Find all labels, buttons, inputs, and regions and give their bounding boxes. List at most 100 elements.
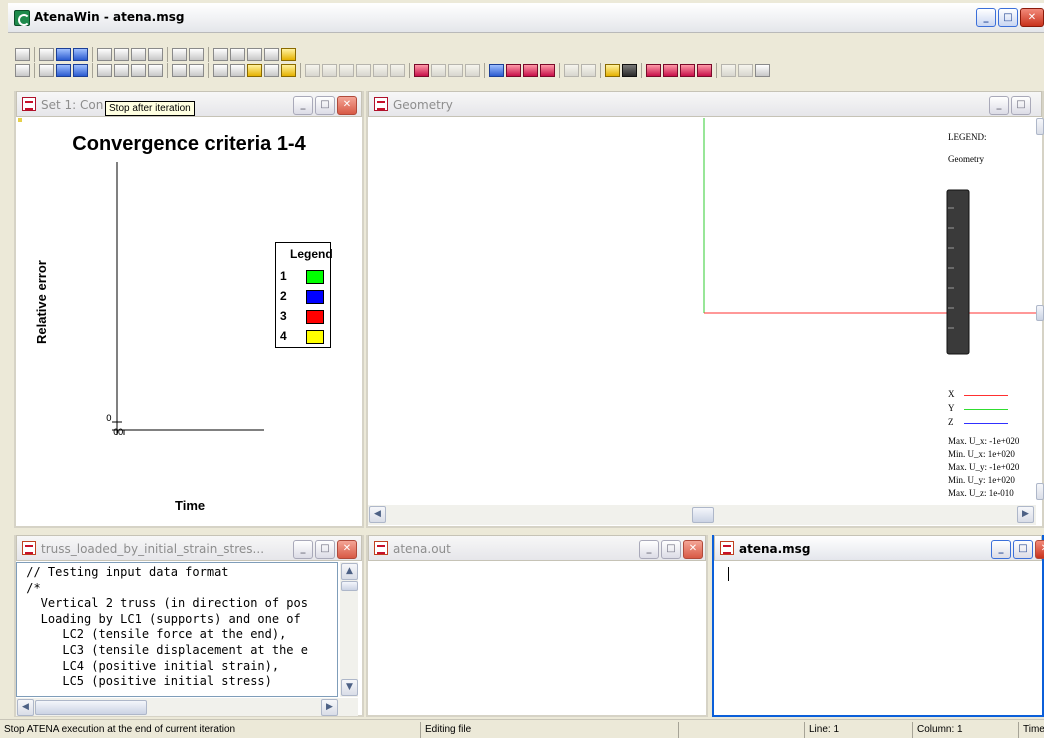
solid-icon[interactable]	[373, 64, 388, 77]
geometry-canvas[interactable]: LEGEND: Geometry XYZ Max. U_x: -1e+020 Mi…	[368, 118, 1036, 499]
grid-icon[interactable]	[264, 64, 279, 77]
minimize-icon[interactable]: _	[293, 96, 313, 115]
grid-icon[interactable]	[230, 48, 245, 61]
pan-icon[interactable]	[390, 64, 405, 77]
code-line[interactable]: LC2 (tensile force at the end),	[19, 627, 308, 643]
grid-icon[interactable]	[213, 64, 228, 77]
node-icon[interactable]	[506, 64, 521, 77]
close-icon[interactable]: ✕	[1035, 540, 1044, 559]
grid-view-icon[interactable]	[339, 64, 354, 77]
open-mesh-icon[interactable]	[97, 48, 112, 61]
close-icon[interactable]: ✕	[337, 540, 357, 559]
atena-app-icon[interactable]	[14, 10, 30, 26]
run-icon[interactable]	[15, 64, 30, 77]
minimize-icon[interactable]: _	[976, 8, 996, 27]
atena-out-titlebar[interactable]: atena.out _ □ ✕	[368, 535, 706, 561]
open-mesh-icon[interactable]	[97, 64, 112, 77]
truss-code-editor[interactable]: // Testing input data format /* Vertical…	[16, 562, 338, 697]
truss-window-titlebar[interactable]: truss_loaded_by_initial_strain_stres... …	[16, 535, 362, 561]
load-case-3-icon[interactable]	[680, 64, 695, 77]
atena-msg-window[interactable]: atena.msg _ □ ✕	[712, 535, 1044, 717]
tree-icon[interactable]	[172, 64, 187, 77]
scroll-down-button[interactable]	[1036, 483, 1044, 500]
scroll-left-button[interactable]: ◀	[369, 506, 386, 523]
settings-icon[interactable]	[564, 64, 579, 77]
mesh-icon[interactable]	[131, 64, 146, 77]
copy-icon[interactable]	[738, 64, 753, 77]
mesh-icon[interactable]	[114, 48, 129, 61]
horizontal-scroll-thumb[interactable]	[35, 700, 147, 715]
log-icon[interactable]	[189, 48, 204, 61]
export-icon[interactable]	[281, 64, 296, 77]
zoom-icon[interactable]	[305, 64, 320, 77]
maximize-icon[interactable]: □	[1011, 96, 1031, 115]
close-icon[interactable]: ✕	[337, 96, 357, 115]
save-icon[interactable]	[622, 64, 637, 77]
mesh-icon[interactable]	[131, 48, 146, 61]
code-line[interactable]: Loading by LC1 (supports) and one of	[19, 612, 308, 628]
code-line[interactable]: /*	[19, 581, 308, 597]
mesh-icon[interactable]	[114, 64, 129, 77]
code-line[interactable]: LC4 (positive initial strain),	[19, 659, 308, 675]
refresh-icon[interactable]	[73, 48, 88, 61]
geometry-window-titlebar[interactable]: Geometry _ □	[368, 91, 1042, 117]
run-icon[interactable]	[15, 48, 30, 61]
info-icon[interactable]	[247, 64, 262, 77]
code-text[interactable]: // Testing input data format /* Vertical…	[19, 565, 308, 690]
minimize-icon[interactable]: _	[989, 96, 1009, 115]
vertical-scroll-thumb[interactable]	[1036, 305, 1044, 321]
load-case-1-icon[interactable]	[646, 64, 661, 77]
tree-icon[interactable]	[172, 48, 187, 61]
maximize-icon[interactable]: □	[661, 540, 681, 559]
minimize-icon[interactable]: _	[991, 540, 1011, 559]
properties-icon[interactable]	[581, 64, 596, 77]
maximize-icon[interactable]: □	[315, 540, 335, 559]
scroll-down-button[interactable]: ▼	[341, 679, 358, 696]
mesh-icon[interactable]	[148, 64, 163, 77]
scroll-left-button[interactable]: ◀	[17, 699, 34, 716]
export-icon[interactable]	[281, 48, 296, 61]
code-line[interactable]: LC5 (positive initial stress)	[19, 674, 308, 690]
log-icon[interactable]	[189, 64, 204, 77]
code-line[interactable]: Vertical 2 truss (in direction of pos	[19, 596, 308, 612]
menu-bar[interactable]	[14, 37, 1044, 46]
paste-icon[interactable]	[755, 64, 770, 77]
save-data-icon[interactable]	[39, 48, 54, 61]
refresh-icon[interactable]	[73, 64, 88, 77]
horizontal-scroll-thumb[interactable]	[692, 507, 714, 523]
maximize-icon[interactable]: □	[1013, 540, 1033, 559]
scroll-right-button[interactable]: ▶	[1017, 506, 1034, 523]
code-line[interactable]: // Testing input data format	[19, 565, 308, 581]
undo-view-icon[interactable]	[489, 64, 504, 77]
zoom-window-icon[interactable]	[448, 64, 463, 77]
vertical-scroll-thumb[interactable]	[341, 581, 358, 591]
mesh-icon[interactable]	[148, 48, 163, 61]
scroll-up-button[interactable]: ▲	[341, 563, 358, 580]
close-icon[interactable]: ✕	[683, 540, 703, 559]
maximize-icon[interactable]: □	[315, 96, 335, 115]
minimize-icon[interactable]: _	[293, 540, 313, 559]
axes-icon[interactable]	[414, 64, 429, 77]
app-title-bar[interactable]: AtenaWin - atena.msg _ □ ✕	[8, 3, 1044, 33]
load-case-2-icon[interactable]	[663, 64, 678, 77]
rotate-icon[interactable]	[322, 64, 337, 77]
save-all-icon[interactable]	[56, 64, 71, 77]
atena-msg-titlebar[interactable]: atena.msg _ □ ✕	[714, 535, 1044, 561]
save-all-icon[interactable]	[56, 48, 71, 61]
cut-icon[interactable]	[721, 64, 736, 77]
zoom-fit-icon[interactable]	[465, 64, 480, 77]
trim-icon[interactable]	[431, 64, 446, 77]
maximize-icon[interactable]: □	[998, 8, 1018, 27]
close-icon[interactable]: ✕	[1020, 8, 1044, 27]
render-icon[interactable]	[356, 64, 371, 77]
code-line[interactable]: LC3 (tensile displacement at the e	[19, 643, 308, 659]
grid-icon[interactable]	[230, 64, 245, 77]
scroll-up-button[interactable]	[1036, 118, 1044, 135]
mesh-grid-icon[interactable]	[540, 64, 555, 77]
save-data-icon[interactable]	[39, 64, 54, 77]
minimize-icon[interactable]: _	[639, 540, 659, 559]
node-add-icon[interactable]	[523, 64, 538, 77]
open-folder-icon[interactable]	[605, 64, 620, 77]
grid-icon[interactable]	[264, 48, 279, 61]
atena-out-window[interactable]: atena.out _ □ ✕	[366, 535, 708, 717]
